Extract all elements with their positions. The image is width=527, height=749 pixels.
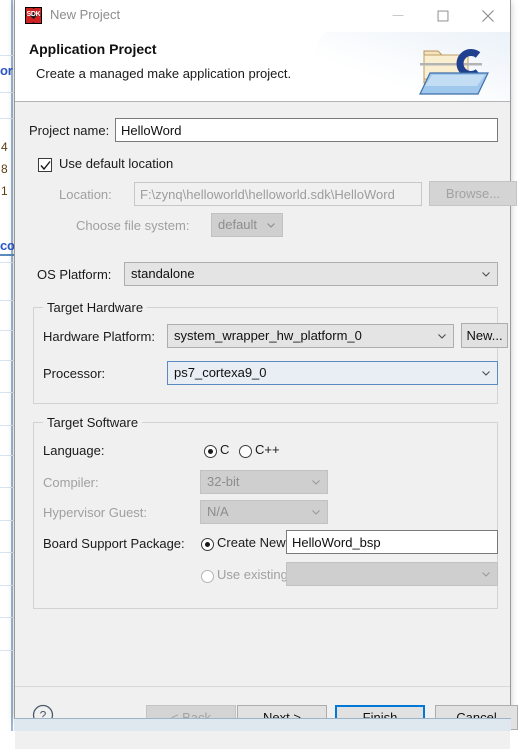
background-line (0, 300, 14, 301)
background-line (0, 617, 14, 618)
processor-value: ps7_cortexa9_0 (174, 365, 267, 380)
chevron-down-icon (312, 510, 320, 515)
chevron-down-icon (312, 480, 320, 485)
background-line (0, 55, 14, 56)
chevron-down-icon (438, 334, 446, 339)
location-label: Location: (59, 187, 112, 202)
close-icon (482, 10, 494, 22)
background-line (0, 487, 14, 488)
new-hardware-platform-button[interactable]: New... (461, 323, 508, 348)
sdk-icon: SDK (25, 7, 42, 24)
bsp-label: Board Support Package: (43, 536, 185, 551)
page-description: Create a managed make application projec… (36, 66, 291, 81)
maximize-icon (437, 10, 448, 21)
browse-button: Browse... (429, 181, 517, 206)
chevron-down-icon (482, 272, 490, 277)
bsp-radio-create-new[interactable] (201, 538, 214, 551)
background-line (0, 552, 14, 553)
close-button[interactable] (465, 0, 510, 31)
chevron-down-icon (267, 223, 275, 228)
bsp-create-new-label[interactable]: Create New (217, 535, 286, 550)
dialog-header: Application Project Create a managed mak… (15, 32, 510, 102)
background-underline (0, 254, 14, 256)
bsp-name-input[interactable] (286, 530, 498, 554)
background-line (0, 92, 14, 93)
page-title: Application Project (29, 41, 157, 57)
background-line (0, 650, 14, 651)
os-platform-label: OS Platform: (37, 267, 111, 282)
compiler-value: 32-bit (207, 474, 240, 489)
background-line (0, 392, 14, 393)
background-line (0, 262, 14, 263)
background-line-number: 1 (1, 184, 8, 198)
hypervisor-guest-combo: N/A (200, 500, 328, 524)
target-hardware-group-title: Target Hardware (43, 300, 147, 315)
language-radio-cpp[interactable] (239, 445, 252, 458)
processor-combo[interactable]: ps7_cortexa9_0 (167, 361, 498, 385)
use-default-location-label[interactable]: Use default location (59, 156, 173, 171)
background-line (0, 520, 14, 521)
hypervisor-guest-label: Hypervisor Guest: (43, 505, 147, 520)
language-option-cpp-label[interactable]: C++ (255, 442, 280, 457)
c-folder-icon (418, 39, 496, 97)
bsp-radio-use-existing (201, 570, 214, 583)
use-default-location-checkbox[interactable] (38, 158, 52, 172)
background-line (0, 585, 14, 586)
hardware-platform-label: Hardware Platform: (43, 329, 155, 344)
background-line-number: 8 (1, 162, 8, 176)
location-input (134, 182, 422, 206)
background-rail (11, 0, 13, 731)
os-platform-value: standalone (131, 266, 195, 281)
os-platform-combo[interactable]: standalone (124, 262, 498, 286)
maximize-button[interactable] (420, 0, 465, 31)
background-line-number: 4 (1, 140, 8, 154)
title-bar: SDK New Project (15, 0, 510, 32)
background-line (0, 118, 14, 119)
chevron-down-icon (482, 371, 490, 376)
compiler-label: Compiler: (43, 475, 99, 490)
project-name-input[interactable] (115, 118, 498, 142)
window-title: New Project (50, 7, 120, 22)
chevron-down-icon (482, 572, 490, 577)
minimize-button[interactable] (375, 0, 420, 31)
window-bottom-edge (14, 718, 511, 731)
target-hardware-group (33, 307, 498, 404)
choose-file-system-value: default (218, 217, 257, 232)
minimize-icon (392, 15, 403, 17)
target-software-group-title: Target Software (43, 415, 142, 430)
background-line (0, 455, 14, 456)
background-code-fragment-2: co (0, 238, 15, 253)
bsp-existing-combo (286, 562, 498, 586)
background-line (0, 425, 14, 426)
choose-file-system-label: Choose file system: (76, 218, 189, 233)
checkmark-icon (40, 160, 51, 171)
language-radio-c[interactable] (204, 445, 217, 458)
dialog-body: Project name: Use default location Locat… (15, 102, 510, 686)
background-code-fragment-1: or (0, 63, 13, 78)
compiler-combo: 32-bit (200, 470, 328, 494)
language-option-c-label[interactable]: C (220, 442, 229, 457)
sdk-icon-text: SDK (26, 11, 41, 18)
language-label: Language: (43, 443, 104, 458)
hardware-platform-combo[interactable]: system_wrapper_hw_platform_0 (167, 324, 454, 348)
project-name-label: Project name: (29, 123, 109, 138)
background-line (0, 330, 14, 331)
bsp-use-existing-label: Use existing (217, 567, 288, 582)
hypervisor-guest-value: N/A (207, 504, 229, 519)
choose-file-system-combo: default (211, 213, 283, 237)
background-line (0, 360, 14, 361)
processor-label: Processor: (43, 366, 105, 381)
new-project-dialog: SDK New Project Application Project Crea… (14, 0, 511, 718)
hardware-platform-value: system_wrapper_hw_platform_0 (174, 328, 362, 343)
